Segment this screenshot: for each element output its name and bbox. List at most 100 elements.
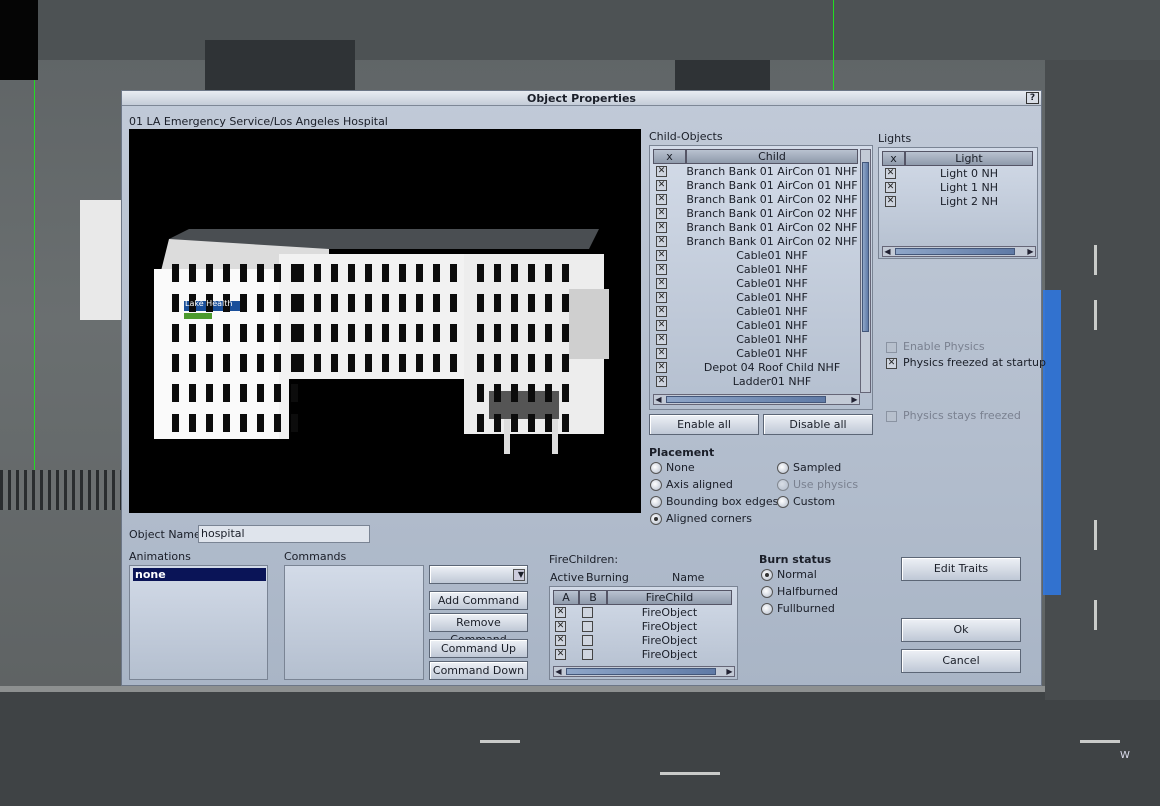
child-list-item[interactable]: Branch Bank 01 AirCon 02 NHF — [686, 235, 858, 249]
child-col-child[interactable]: Child — [686, 149, 858, 164]
child-list-item[interactable]: Ladder01 NHF — [686, 375, 858, 389]
light-list-item[interactable]: Light 2 NH — [905, 195, 1033, 209]
child-enabled-checkbox[interactable] — [656, 264, 667, 275]
light-list-item[interactable]: Light 0 NH — [905, 167, 1033, 181]
blue-vehicle[interactable] — [1043, 290, 1061, 595]
child-enabled-checkbox[interactable] — [656, 362, 667, 373]
child-list-item[interactable]: Branch Bank 01 AirCon 01 NHF — [686, 179, 858, 193]
fire-list-item[interactable]: FireObject — [607, 620, 732, 634]
child-list-item[interactable]: Cable01 NHF — [686, 305, 858, 319]
child-vscroll-thumb[interactable] — [862, 162, 869, 332]
fire-hdr-firechild[interactable]: FireChild — [607, 590, 732, 605]
burn-half-radio[interactable] — [761, 586, 773, 598]
scroll-right-icon[interactable]: ▶ — [725, 667, 734, 676]
light-enabled-checkbox[interactable] — [885, 168, 896, 179]
fire-list-item[interactable]: FireObject — [607, 648, 732, 662]
firechildren-list[interactable]: A B FireChild FireObjectFireObjectFireOb… — [549, 586, 738, 680]
physics-freezed-checkbox[interactable] — [886, 358, 897, 369]
fire-list-item[interactable]: FireObject — [607, 634, 732, 648]
lights-hscroll-thumb[interactable] — [895, 248, 1015, 255]
enable-physics-checkbox[interactable] — [886, 342, 897, 353]
child-list-item[interactable]: Cable01 NHF — [686, 319, 858, 333]
child-col-x[interactable]: x — [653, 149, 686, 164]
child-list-item[interactable]: Cable01 NHF — [686, 347, 858, 361]
child-hscroll-thumb[interactable] — [666, 396, 826, 403]
fire-burning-checkbox[interactable] — [582, 607, 593, 618]
child-enabled-checkbox[interactable] — [656, 222, 667, 233]
child-enabled-checkbox[interactable] — [656, 376, 667, 387]
burn-normal-radio[interactable] — [761, 569, 773, 581]
child-list-item[interactable]: Branch Bank 01 AirCon 02 NHF — [686, 207, 858, 221]
child-list-item[interactable]: Cable01 NHF — [686, 277, 858, 291]
edit-traits-button[interactable]: Edit Traits — [901, 557, 1021, 581]
child-list-item[interactable]: Branch Bank 01 AirCon 01 NHF — [686, 165, 858, 179]
physics-stays-checkbox[interactable] — [886, 411, 897, 422]
fire-hdr-a[interactable]: A — [553, 590, 579, 605]
light-enabled-checkbox[interactable] — [885, 196, 896, 207]
object-preview[interactable]: Lake Health — [129, 129, 641, 513]
placement-axis-radio[interactable] — [650, 479, 662, 491]
help-icon[interactable]: ? — [1026, 92, 1039, 104]
lights-list[interactable]: x Light Light 0 NHLight 1 NHLight 2 NH ◀… — [878, 147, 1038, 259]
dialog-titlebar[interactable]: Object Properties ? — [122, 91, 1041, 106]
animations-list[interactable]: none — [129, 565, 268, 680]
fire-active-checkbox[interactable] — [555, 635, 566, 646]
command-up-button[interactable]: Command Up — [429, 639, 528, 658]
lights-col-light[interactable]: Light — [905, 151, 1033, 166]
disable-all-button[interactable]: Disable all — [763, 414, 873, 435]
child-enabled-checkbox[interactable] — [656, 236, 667, 247]
fire-burning-checkbox[interactable] — [582, 621, 593, 632]
child-list-item[interactable]: Cable01 NHF — [686, 291, 858, 305]
placement-sampled-radio[interactable] — [777, 462, 789, 474]
light-enabled-checkbox[interactable] — [885, 182, 896, 193]
command-down-button[interactable]: Command Down — [429, 661, 528, 680]
ok-button[interactable]: Ok — [901, 618, 1021, 642]
fire-active-checkbox[interactable] — [555, 621, 566, 632]
scroll-left-icon[interactable]: ◀ — [654, 395, 663, 404]
child-list-item[interactable]: Branch Bank 01 AirCon 02 NHF — [686, 221, 858, 235]
cancel-button[interactable]: Cancel — [901, 649, 1021, 673]
scroll-right-icon[interactable]: ▶ — [850, 395, 859, 404]
child-list-item[interactable]: Depot 04 Roof Child NHF — [686, 361, 858, 375]
child-enabled-checkbox[interactable] — [656, 278, 667, 289]
child-list-item[interactable]: Cable01 NHF — [686, 263, 858, 277]
child-list-item[interactable]: Cable01 NHF — [686, 249, 858, 263]
placement-corners-radio[interactable] — [650, 513, 662, 525]
fire-active-checkbox[interactable] — [555, 649, 566, 660]
child-enabled-checkbox[interactable] — [656, 250, 667, 261]
child-enabled-checkbox[interactable] — [656, 180, 667, 191]
child-enabled-checkbox[interactable] — [656, 166, 667, 177]
child-enabled-checkbox[interactable] — [656, 348, 667, 359]
scroll-right-icon[interactable]: ▶ — [1026, 247, 1035, 256]
child-list-item[interactable]: Branch Bank 01 AirCon 02 NHF — [686, 193, 858, 207]
fire-active-checkbox[interactable] — [555, 607, 566, 618]
child-hscroll[interactable]: ◀ ▶ — [653, 394, 860, 405]
fire-burning-checkbox[interactable] — [582, 635, 593, 646]
child-list-item[interactable]: Cable01 NHF — [686, 333, 858, 347]
placement-bbox-radio[interactable] — [650, 496, 662, 508]
child-vscroll[interactable] — [860, 149, 871, 393]
command-select[interactable]: ▼ — [429, 565, 528, 584]
fire-hscroll-thumb[interactable] — [566, 668, 716, 675]
placement-custom-radio[interactable] — [777, 496, 789, 508]
fire-hdr-b[interactable]: B — [579, 590, 607, 605]
commands-list[interactable] — [284, 565, 424, 680]
lights-col-x[interactable]: x — [882, 151, 905, 166]
lights-hscroll[interactable]: ◀ ▶ — [882, 246, 1036, 257]
scroll-left-icon[interactable]: ◀ — [554, 667, 563, 676]
child-enabled-checkbox[interactable] — [656, 320, 667, 331]
scroll-left-icon[interactable]: ◀ — [883, 247, 892, 256]
placement-none-radio[interactable] — [650, 462, 662, 474]
child-enabled-checkbox[interactable] — [656, 334, 667, 345]
fire-hscroll[interactable]: ◀ ▶ — [553, 666, 735, 677]
chevron-down-icon[interactable]: ▼ — [513, 569, 525, 581]
burn-full-radio[interactable] — [761, 603, 773, 615]
add-command-button[interactable]: Add Command — [429, 591, 528, 610]
enable-all-button[interactable]: Enable all — [649, 414, 759, 435]
animation-item-none[interactable]: none — [133, 568, 266, 581]
child-enabled-checkbox[interactable] — [656, 292, 667, 303]
light-list-item[interactable]: Light 1 NH — [905, 181, 1033, 195]
child-enabled-checkbox[interactable] — [656, 306, 667, 317]
fire-burning-checkbox[interactable] — [582, 649, 593, 660]
child-enabled-checkbox[interactable] — [656, 194, 667, 205]
